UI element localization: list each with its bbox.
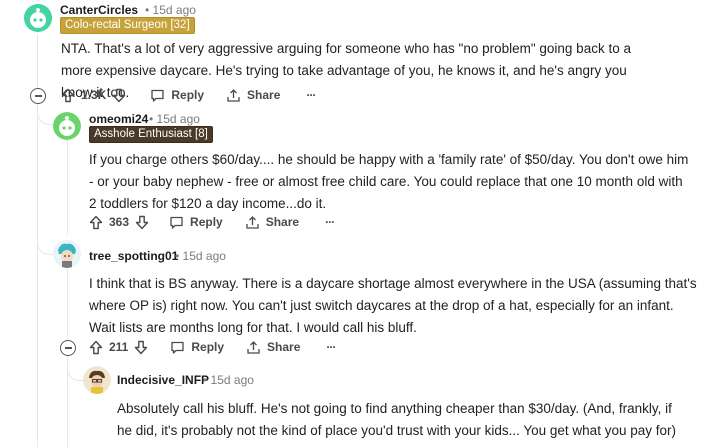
comment-time: 15d ago [156,112,200,126]
vote-group: 1.3K [61,88,126,103]
avatar[interactable] [53,240,81,268]
share-icon [226,88,241,103]
reply-label: Reply [190,215,223,229]
comment-bubble-icon [169,215,184,230]
more-options-button[interactable]: ··· [306,88,316,102]
vote-group: 211 [89,340,148,355]
thread-line [37,34,38,96]
reply-label: Reply [171,88,205,102]
avatar[interactable] [53,112,81,140]
share-label: Share [267,340,301,354]
reply-button[interactable]: Reply [169,215,223,230]
share-button[interactable]: Share [245,215,299,230]
vote-group: 363 [89,215,149,230]
vote-count: 211 [109,340,129,354]
comment-body: If you charge others $60/day.... he shou… [89,152,689,211]
thread-line [67,267,68,339]
thread-connector [67,360,84,381]
downvote-icon[interactable] [112,88,126,103]
share-icon [246,340,261,355]
share-label: Share [265,215,300,229]
comment-time: 15d ago [152,3,196,17]
user-flair: Colo-rectal Surgeon [32] [60,17,195,34]
reply-button[interactable]: Reply [150,88,204,103]
avatar[interactable] [83,366,111,394]
more-icon: ··· [306,88,316,102]
comment-bubble-icon [150,88,165,103]
reply-button[interactable]: Reply [170,340,224,355]
comment-author[interactable]: Indecisive_INFP [117,373,209,387]
comment-author[interactable]: omeomi24 [89,112,148,126]
comment-time: 15d ago [210,373,254,387]
collapse-thread-button[interactable] [30,88,46,104]
separator-dot: • [203,373,208,387]
upvote-icon[interactable] [89,340,103,355]
upvote-icon[interactable] [61,88,75,103]
separator-dot: • [145,3,150,17]
upvote-icon[interactable] [89,215,103,230]
collapse-thread-button[interactable] [60,340,76,356]
comment-author[interactable]: tree_spotting01 [89,249,178,263]
comment-meta: • 15d ago [175,249,226,263]
thread-line [67,140,68,235]
share-icon [245,215,260,230]
separator-dot: • [175,249,180,263]
comment-bubble-icon [170,340,185,355]
comment-actions: 211 Reply Share ··· [89,336,336,358]
avatar[interactable] [24,4,52,32]
share-button[interactable]: Share [226,88,280,103]
reply-label: Reply [191,340,225,354]
thread-line [37,104,38,447]
comment-meta: • 15d ago [203,373,254,387]
comment-author[interactable]: CanterCircles [60,3,138,17]
comment-actions: 1.3K Reply Share ··· [61,84,316,106]
comment-time: 15d ago [182,249,226,263]
vote-count: 1.3K [81,88,107,102]
more-icon: ··· [326,340,336,354]
comment-body: Absolutely call his bluff. He's not goin… [117,401,676,438]
comment-meta: • 15d ago [145,3,196,17]
comment-actions: 363 Reply Share ··· [89,211,335,233]
thread-connector [37,234,54,255]
thread-connector [37,104,54,125]
downvote-icon[interactable] [134,340,148,355]
vote-count: 363 [109,215,130,229]
share-label: Share [247,88,281,102]
more-options-button[interactable]: ··· [325,215,335,229]
user-flair: Asshole Enthusiast [8] [89,126,213,143]
separator-dot: • [149,112,154,126]
comment-body: I think that is BS anyway. There is a da… [89,276,697,335]
downvote-icon[interactable] [135,215,149,230]
share-button[interactable]: Share [246,340,300,355]
more-icon: ··· [325,215,335,229]
more-options-button[interactable]: ··· [326,340,336,354]
comment-meta: • 15d ago [149,112,200,126]
